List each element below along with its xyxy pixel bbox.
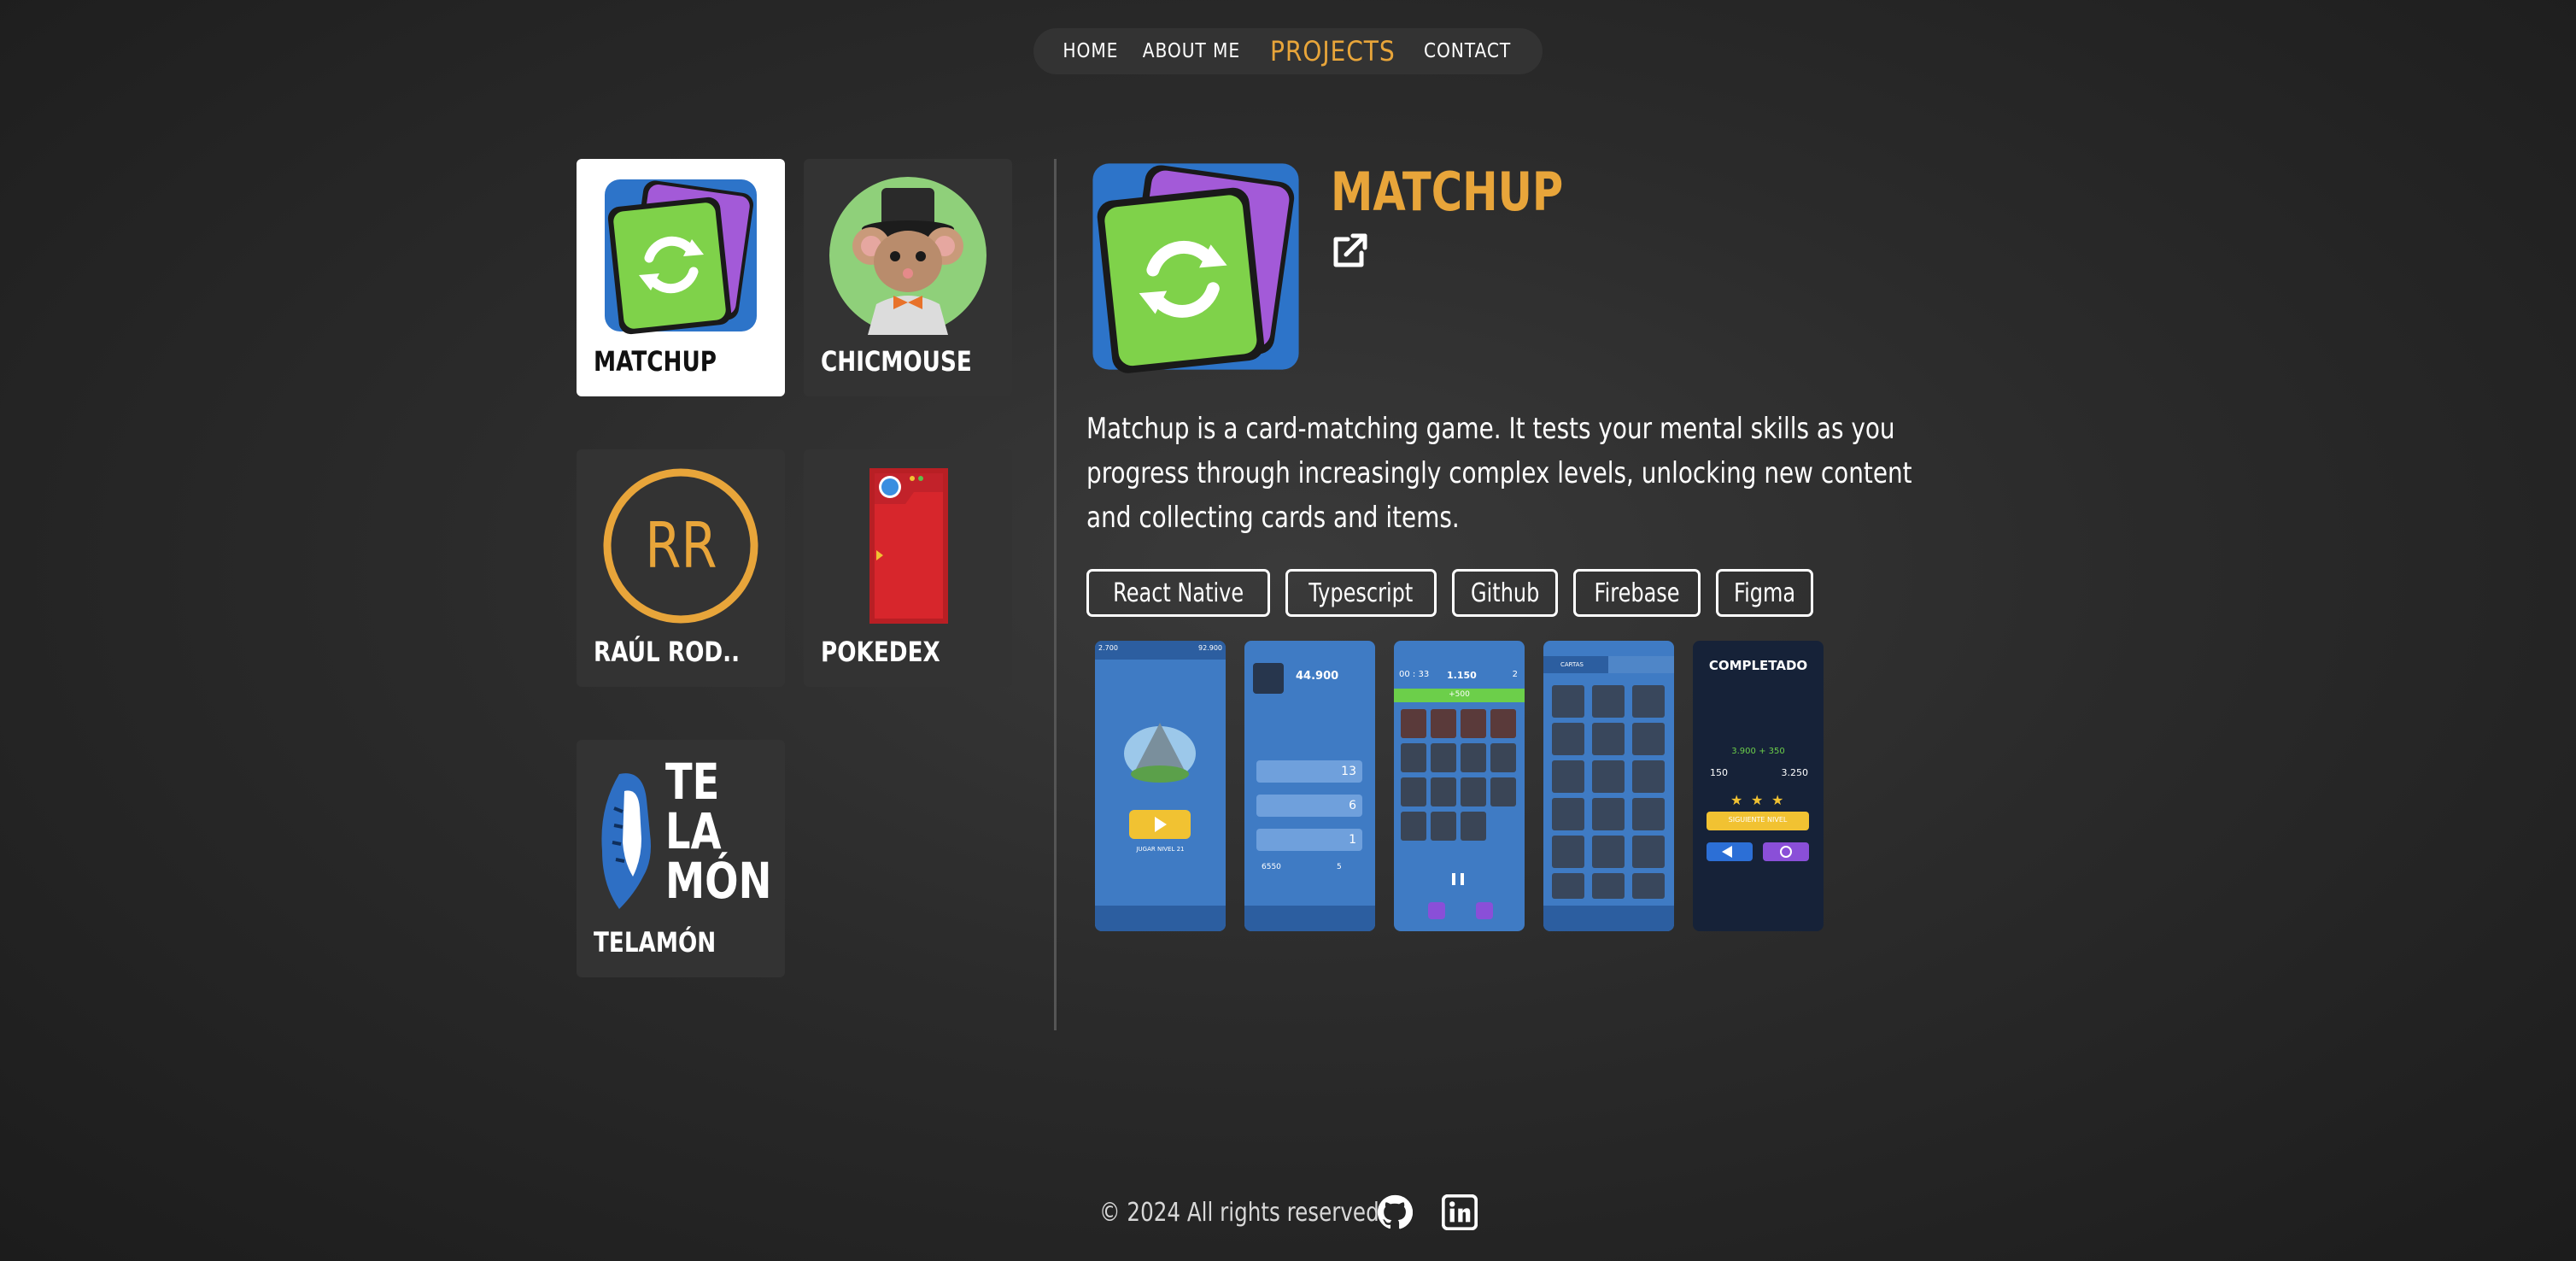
tech-tags: React Native Typescript Github Firebase …	[1086, 569, 1814, 617]
github-icon[interactable]	[1377, 1194, 1414, 1230]
project-card-chicmouse[interactable]: CHICMOUSE	[804, 159, 1012, 396]
project-card-label: POKEDEX	[821, 636, 940, 668]
screenshot-text: SIGUIENTE NIVEL	[1728, 816, 1788, 824]
external-link-icon[interactable]	[1331, 232, 1368, 270]
svg-text:★: ★	[1751, 794, 1763, 808]
screenshot-text: JUGAR NIVEL 21	[1136, 846, 1185, 853]
telamon-logo-line: TE	[665, 753, 720, 811]
project-card-matchup[interactable]: MATCHUP	[577, 159, 785, 396]
project-card-label: MATCHUP	[594, 345, 717, 378]
rr-logo-text: RR	[644, 509, 717, 583]
telamon-logo-line: MÓN	[665, 852, 772, 910]
tech-tag: Firebase	[1573, 569, 1701, 617]
project-card-raul-rod[interactable]: RR RAÚL ROD..	[577, 449, 785, 687]
matchup-icon	[1086, 159, 1305, 374]
footer-copyright: © 2024 All rights reserved.	[1099, 1198, 1386, 1228]
screenshot-text: 1	[1349, 833, 1356, 847]
tech-tag: Figma	[1716, 569, 1814, 617]
svg-text:★: ★	[1730, 794, 1742, 808]
project-description: Matchup is a card-matching game. It test…	[1086, 412, 1912, 535]
tech-tag: Github	[1451, 569, 1559, 617]
pokedex-icon	[828, 466, 987, 625]
screenshot-text: 6	[1349, 799, 1356, 812]
matchup-icon	[601, 176, 760, 335]
screenshot-thumbnail[interactable]: 44.900 13 6 1 6550 5	[1244, 641, 1375, 931]
nav-home[interactable]: HOME	[1063, 40, 1119, 62]
nav-about-me[interactable]: ABOUT ME	[1143, 40, 1240, 62]
project-title: MATCHUP	[1331, 161, 1564, 223]
rr-logo-icon: RR	[601, 466, 760, 625]
nav-contact[interactable]: CONTACT	[1424, 40, 1511, 62]
screenshot-thumbnail[interactable]: 2.700 92.900 JUGAR NIVEL 21	[1095, 641, 1226, 931]
screenshot-text: 13	[1341, 765, 1356, 778]
tech-tag: Typescript	[1285, 569, 1437, 617]
telamon-logo-line: LA	[665, 802, 722, 860]
project-card-pokedex[interactable]: POKEDEX	[804, 449, 1012, 687]
screenshot-text: CARTAS	[1560, 661, 1584, 668]
project-card-label: RAÚL ROD..	[594, 636, 741, 668]
section-divider	[1054, 159, 1057, 1030]
screenshot-thumbnail[interactable]: COMPLETADO 3.900 + 350 150 3.250 ★ ★ ★ S…	[1693, 641, 1824, 931]
svg-text:★: ★	[1771, 794, 1783, 808]
nav-projects[interactable]: PROJECTS	[1270, 35, 1396, 67]
screenshot-text: 44.900	[1296, 670, 1339, 683]
top-nav: HOME ABOUT ME PROJECTS CONTACT	[1033, 28, 1543, 74]
screenshot-text: +500	[1449, 690, 1470, 699]
tech-tag: React Native	[1086, 569, 1271, 617]
screenshot-gallery: 2.700 92.900 JUGAR NIVEL 21 44.900 13 6 …	[1095, 641, 1824, 931]
screenshot-text: 6550	[1262, 863, 1281, 871]
screenshot-thumbnail[interactable]: CARTAS	[1543, 641, 1674, 931]
project-card-telamon[interactable]: TE LA MÓN TELAMÓN	[577, 740, 785, 977]
screenshot-text: 5	[1337, 863, 1342, 871]
project-card-label: CHICMOUSE	[821, 345, 972, 378]
linkedin-icon[interactable]	[1441, 1194, 1478, 1231]
project-card-label: TELAMÓN	[594, 926, 717, 959]
mouse-icon	[828, 176, 987, 335]
telamon-logo-icon: TE LA MÓN	[594, 757, 773, 916]
screenshot-thumbnail[interactable]: 00 : 33 1.150 2 +500	[1394, 641, 1525, 931]
